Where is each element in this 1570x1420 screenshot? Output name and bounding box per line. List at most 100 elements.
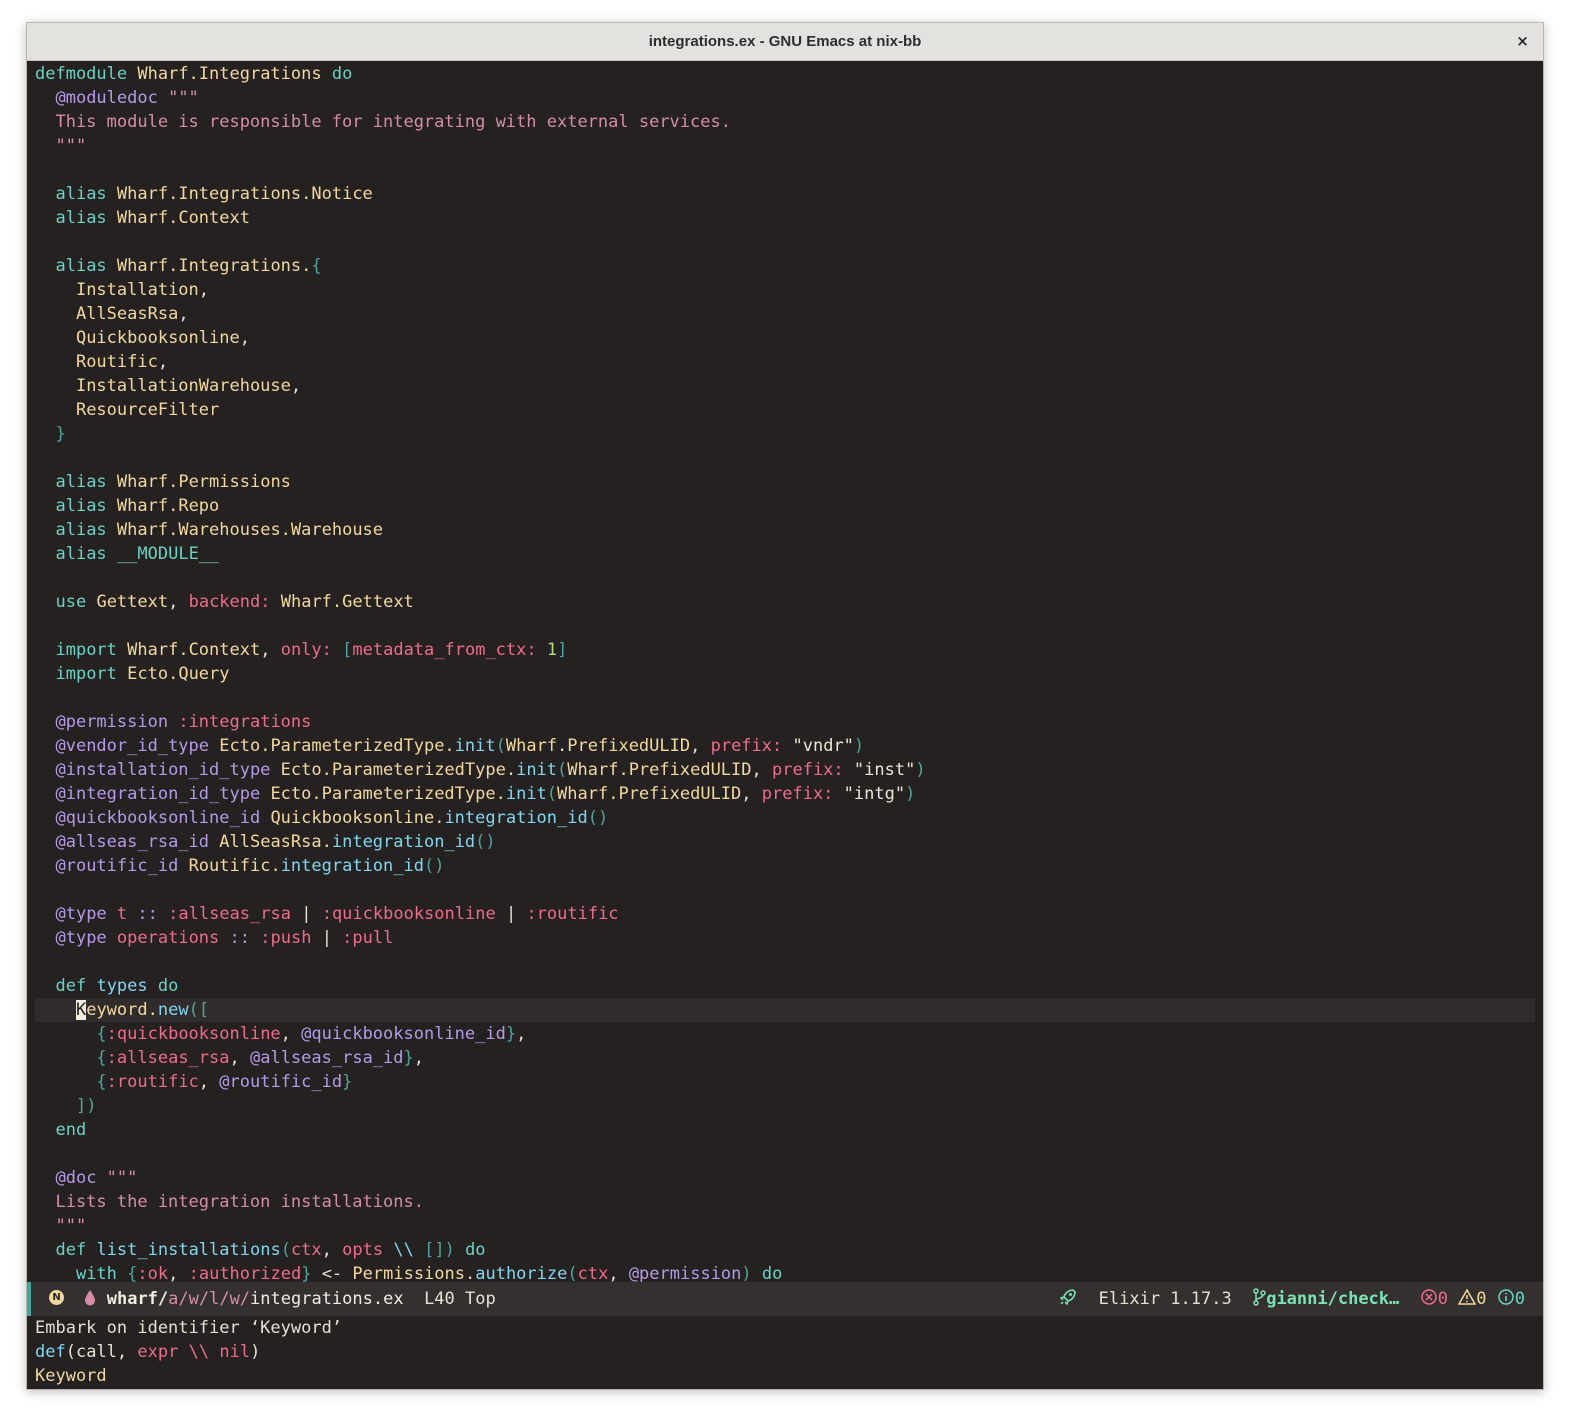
code-token: Wharf.PrefixedULID (505, 736, 691, 756)
code-line[interactable]: @installation_id_type Ecto.Parameterized… (35, 758, 1535, 782)
file-dirs[interactable]: a/w/l/w/ (168, 1289, 250, 1309)
code-line[interactable]: with {:ok, :authorized} <- Permissions.a… (35, 1262, 1535, 1282)
code-line[interactable]: """ (35, 134, 1535, 158)
code-token: @routific_id (219, 1072, 343, 1092)
code-line[interactable]: """ (35, 1214, 1535, 1238)
code-token: with (75, 1264, 117, 1282)
code-token: Wharf.Repo (116, 496, 220, 516)
code-line[interactable]: use Gettext, backend: Wharf.Gettext (35, 590, 1535, 614)
code-line[interactable]: alias Wharf.Integrations.{ (35, 254, 1535, 278)
code-line[interactable]: import Ecto.Query (35, 662, 1535, 686)
code-line[interactable]: alias Wharf.Permissions (35, 470, 1535, 494)
code-line[interactable] (35, 158, 1535, 182)
code-line[interactable]: alias Wharf.Repo (35, 494, 1535, 518)
code-line[interactable] (35, 566, 1535, 590)
code-line[interactable]: defmodule Wharf.Integrations do (35, 62, 1535, 86)
code-token: @type (55, 928, 107, 948)
info-count[interactable]: 0 (1515, 1289, 1525, 1309)
code-line[interactable]: @type t :: :allseas_rsa | :quickbooksonl… (35, 902, 1535, 926)
code-line[interactable]: Lists the integration installations. (35, 1190, 1535, 1214)
code-line[interactable] (35, 878, 1535, 902)
code-token: , (260, 640, 281, 660)
code-line[interactable]: {:allseas_rsa, @allseas_rsa_id}, (35, 1046, 1535, 1070)
code-token: do (761, 1264, 783, 1282)
close-icon[interactable]: × (1512, 31, 1533, 52)
code-line[interactable] (35, 686, 1535, 710)
code-line[interactable]: ResourceFilter (35, 398, 1535, 422)
minibuffer-line[interactable]: Keyword (35, 1364, 107, 1388)
code-line[interactable]: end (35, 1118, 1535, 1142)
code-line[interactable]: {:routific, @routific_id} (35, 1070, 1535, 1094)
code-token: Wharf.Gettext (280, 592, 414, 612)
code-token: () (423, 856, 445, 876)
buffer-file-name[interactable]: integrations.ex (250, 1289, 404, 1309)
code-token: @integration_id_type (55, 784, 261, 804)
code-token: ( (280, 1240, 291, 1260)
code-line[interactable]: AllSeasRsa, (35, 302, 1535, 326)
code-line[interactable] (35, 230, 1535, 254)
code-line[interactable]: ]) (35, 1094, 1535, 1118)
code-line[interactable]: @routific_id Routific.integration_id() (35, 854, 1535, 878)
warning-count[interactable]: 0 (1476, 1289, 1486, 1309)
code-line[interactable] (35, 446, 1535, 470)
current-code-line[interactable]: Keyword.new([ (35, 998, 1535, 1022)
mode-line-left: N wharf/a/w/l/w/integrations.ex L40 Top (49, 1282, 496, 1316)
code-token: ) (915, 760, 926, 780)
code-line[interactable]: @permission :integrations (35, 710, 1535, 734)
code-token: """ (35, 1216, 87, 1236)
code-line[interactable] (35, 950, 1535, 974)
code-line[interactable]: @integration_id_type Ecto.ParameterizedT… (35, 782, 1535, 806)
code-line[interactable]: Quickbooksonline, (35, 326, 1535, 350)
code-line[interactable]: def types do (35, 974, 1535, 998)
code-token: Wharf.Integrations.Notice (116, 184, 373, 204)
code-line[interactable]: @vendor_id_type Ecto.ParameterizedType.i… (35, 734, 1535, 758)
code-token: opts (342, 1240, 384, 1260)
code-line[interactable]: def list_installations(ctx, opts \\ []) … (35, 1238, 1535, 1262)
code-line[interactable]: @quickbooksonline_id Quickbooksonline.in… (35, 806, 1535, 830)
code-line[interactable]: import Wharf.Context, only: [metadata_fr… (35, 638, 1535, 662)
code-line[interactable]: @moduledoc """ (35, 86, 1535, 110)
code-line[interactable]: {:quickbooksonline, @quickbooksonline_id… (35, 1022, 1535, 1046)
code-line[interactable]: Installation, (35, 278, 1535, 302)
git-branch[interactable]: gianni/check… (1266, 1289, 1399, 1309)
code-buffer[interactable]: defmodule Wharf.Integrations do @moduled… (27, 61, 1543, 1282)
window-title: integrations.ex - GNU Emacs at nix-bb (648, 33, 922, 50)
code-line[interactable]: This module is responsible for integrati… (35, 110, 1535, 134)
code-line[interactable]: Routific, (35, 350, 1535, 374)
cursor-position: L40 Top (424, 1289, 496, 1309)
project-name[interactable]: wharf/ (107, 1289, 168, 1309)
code-line[interactable]: @doc """ (35, 1166, 1535, 1190)
error-count[interactable]: 0 (1438, 1289, 1448, 1309)
code-line[interactable] (35, 1142, 1535, 1166)
code-line[interactable]: alias Wharf.Context (35, 206, 1535, 230)
code-line[interactable]: } (35, 422, 1535, 446)
code-line[interactable]: alias __MODULE__ (35, 542, 1535, 566)
code-line[interactable]: @allseas_rsa_id AllSeasRsa.integration_i… (35, 830, 1535, 854)
text-cursor: K (75, 1000, 87, 1020)
minibuffer[interactable]: Embark on identifier ‘Keyword’ def(call, … (27, 1316, 1543, 1389)
code-line[interactable] (35, 614, 1535, 638)
major-mode[interactable]: Elixir 1.17.3 (1099, 1289, 1232, 1309)
code-token: () (475, 832, 496, 852)
code-line[interactable]: @type operations :: :push | :pull (35, 926, 1535, 950)
code-token: Ecto.ParameterizedType. (270, 784, 506, 804)
minibuffer-line[interactable]: Embark on identifier ‘Keyword’ (35, 1316, 342, 1340)
code-line[interactable]: alias Wharf.Warehouses.Warehouse (35, 518, 1535, 542)
code-line[interactable]: alias Wharf.Integrations.Notice (35, 182, 1535, 206)
minibuffer-line[interactable]: def(call, expr \\ nil) (35, 1340, 260, 1364)
code-line[interactable]: InstallationWarehouse, (35, 374, 1535, 398)
